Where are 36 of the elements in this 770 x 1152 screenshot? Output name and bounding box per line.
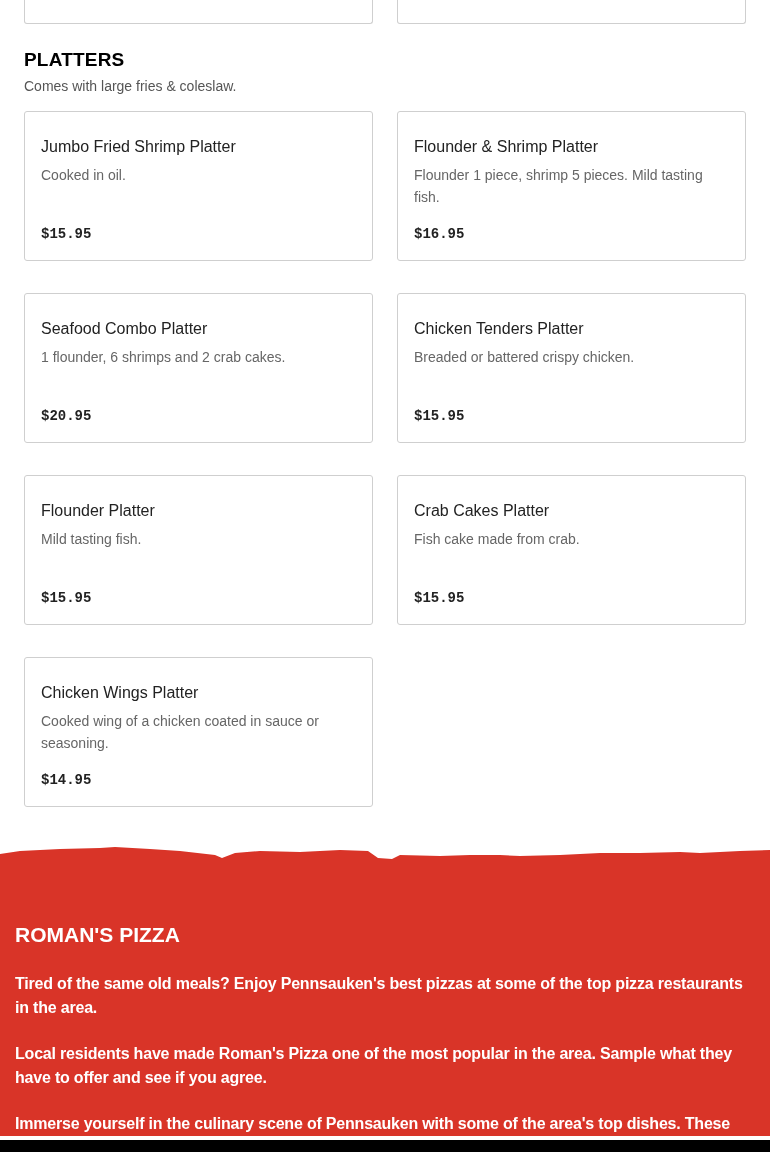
paragraph: Immerse yourself in the culinary scene of Pennsauken with some of the area's top dishes. These bbox=[15, 1114, 731, 1134]
paragraph: Local residents have made Roman's Pizza one of the most popular in the area. Sample what they have to offer and see if you agree. bbox=[15, 1044, 733, 1088]
item-name: Crab Cakes Platter bbox=[414, 502, 551, 520]
item-name: Chicken Tenders Platter bbox=[414, 320, 585, 338]
item-name: Seafood Combo Platter bbox=[41, 320, 209, 338]
section-title: PLATTERS bbox=[24, 49, 126, 71]
item-description: Mild tasting fish. bbox=[41, 530, 143, 549]
menu-item-card[interactable]: Flounder & Shrimp Platter Flounder 1 piece, shrimp 5 pieces. Mild tasting fish. $16.95 bbox=[397, 111, 746, 261]
item-description: 1 flounder, 6 shrimps and 2 crab cakes. bbox=[41, 348, 287, 367]
item-description: Breaded or battered crispy chicken. bbox=[414, 348, 636, 367]
paragraph: Tired of the same old meals? Enjoy Pennsauken's best pizzas at some of the top pizza restaurants in the area. bbox=[15, 974, 744, 1018]
menu-item-card[interactable]: Jumbo Fried Shrimp Platter Cooked in oil. $15.95 bbox=[24, 111, 373, 261]
item-description: Fish cake made from crab. bbox=[414, 530, 581, 549]
item-name: Jumbo Fried Shrimp Platter bbox=[41, 138, 237, 156]
item-price: $20.95 bbox=[41, 408, 92, 424]
menu-item-card[interactable]: Chicken Wings Platter Cooked wing of a chicken coated in sauce or seasoning. $14.95 bbox=[24, 657, 373, 807]
item-description: Cooked wing of a chicken coated in sauce or seasoning. bbox=[41, 712, 320, 753]
menu-item-card[interactable]: Seafood Combo Platter 1 flounder, 6 shrimps and 2 crab cakes. $20.95 bbox=[24, 293, 373, 443]
item-price: $16.95 bbox=[414, 226, 465, 242]
menu-item-card[interactable]: Chicken Tenders Platter Breaded or battered crispy chicken. $15.95 bbox=[397, 293, 746, 443]
menu-item-card[interactable] bbox=[24, 0, 373, 24]
item-price: $14.95 bbox=[41, 772, 92, 788]
menu-item-card[interactable]: Crab Cakes Platter Fish cake made from crab. $15.95 bbox=[397, 475, 746, 625]
item-name: Flounder & Shrimp Platter bbox=[414, 138, 600, 156]
item-price: $15.95 bbox=[414, 590, 465, 606]
item-price: $15.95 bbox=[41, 590, 92, 606]
item-name: Flounder Platter bbox=[41, 502, 156, 520]
section-title: ROMAN'S PIZZA bbox=[15, 922, 181, 948]
item-price: $15.95 bbox=[414, 408, 465, 424]
section-subtitle: Comes with large fries & coleslaw. bbox=[24, 78, 238, 94]
menu-item-card[interactable] bbox=[397, 0, 746, 24]
menu-item-card[interactable]: Flounder Platter Mild tasting fish. $15.95 bbox=[24, 475, 373, 625]
item-price: $15.95 bbox=[41, 226, 92, 242]
item-description: Flounder 1 piece, shrimp 5 pieces. Mild tasting fish. bbox=[414, 166, 704, 207]
item-description: Cooked in oil. bbox=[41, 166, 127, 185]
item-name: Chicken Wings Platter bbox=[41, 684, 200, 702]
